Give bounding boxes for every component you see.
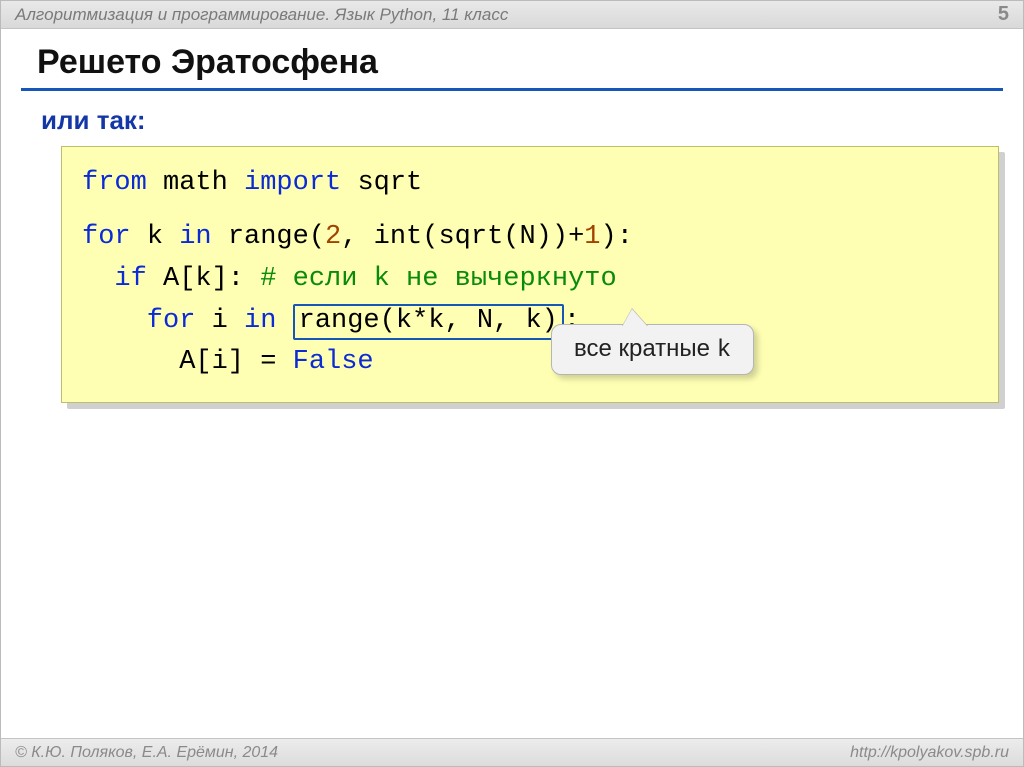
var-k: k: [147, 222, 163, 252]
page-number: 5: [998, 3, 1009, 26]
subheading: или так:: [1, 105, 1023, 146]
kw-for: for: [82, 222, 131, 252]
slide-title: Решето Эратосфена: [1, 29, 1023, 88]
code-line-2: for k in range(2, int(sqrt(N))+1):: [82, 217, 978, 259]
kw-in-inner: in: [244, 306, 276, 336]
code-content: from math import sqrt for k in range(2, …: [61, 146, 999, 403]
kw-in: in: [179, 222, 211, 252]
slide: Алгоритмизация и программирование. Язык …: [0, 0, 1024, 767]
footer-copyright: © К.Ю. Поляков, Е.А. Ерёмин, 2014: [15, 744, 278, 762]
kw-if: if: [114, 264, 146, 294]
code-block: from math import sqrt for k in range(2, …: [61, 146, 999, 403]
course-title: Алгоритмизация и программирование. Язык …: [15, 5, 508, 25]
num-1: 1: [584, 222, 600, 252]
kw-false: False: [293, 347, 374, 377]
kw-for-inner: for: [147, 306, 196, 336]
blank-line: [82, 205, 978, 217]
title-underline: [21, 88, 1003, 91]
code-line-5: A[i] = False: [82, 342, 978, 384]
code-line-3: if A[k]: # если k не вычеркнуто: [82, 259, 978, 301]
cond-ak: A[k]:: [163, 264, 244, 294]
header-bar: Алгоритмизация и программирование. Язык …: [1, 1, 1023, 29]
tok-range: range(: [228, 222, 325, 252]
callout-mono: k: [717, 337, 731, 364]
kw-import: import: [244, 168, 341, 198]
callout-tail: [622, 309, 648, 327]
footer-bar: © К.Ю. Поляков, Е.А. Ерёмин, 2014 http:/…: [1, 738, 1023, 766]
kw-from: from: [82, 168, 147, 198]
range-highlight: range(k*k, N, k): [293, 304, 564, 340]
var-i: i: [212, 306, 228, 336]
code-line-1: from math import sqrt: [82, 163, 978, 205]
footer-url: http://kpolyakov.spb.ru: [850, 744, 1009, 762]
comment: # если k не вычеркнуто: [260, 264, 616, 294]
int-sqrt-call: int(sqrt(N))+: [374, 222, 585, 252]
sep: ,: [341, 222, 373, 252]
assign: A[i] =: [179, 347, 276, 377]
num-2: 2: [325, 222, 341, 252]
code-line-4: for i in range(k*k, N, k):: [82, 301, 978, 343]
fn-sqrt: sqrt: [357, 168, 422, 198]
callout-box: все кратные k: [551, 324, 754, 375]
paren-close: ):: [601, 222, 633, 252]
callout: все кратные k: [551, 324, 754, 375]
module-math: math: [163, 168, 228, 198]
callout-text: все кратные: [574, 335, 717, 362]
